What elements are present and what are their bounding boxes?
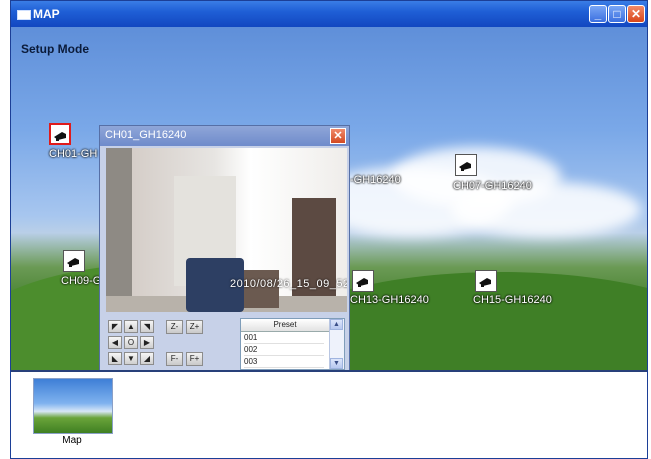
popup-close-button[interactable]: ✕ xyxy=(330,128,346,144)
ptz-right-button[interactable]: ▶ xyxy=(140,336,154,349)
map-window: MAP _ □ ✕ Setup Mode CH01-GH -GH16240 CH… xyxy=(10,0,648,459)
ptz-home-button[interactable]: O xyxy=(124,336,138,349)
popup-title-bar[interactable]: CH01_GH16240 ✕ xyxy=(100,126,349,146)
ptz-up-left-button[interactable]: ◤ xyxy=(108,320,122,333)
title-bar[interactable]: MAP _ □ ✕ xyxy=(11,1,647,27)
video-timestamp: 2010/08/26_15_09_52 xyxy=(230,278,347,290)
ptz-down-button[interactable]: ▼ xyxy=(124,352,138,365)
zoom-in-button[interactable]: Z+ xyxy=(186,320,203,334)
ptz-left-button[interactable]: ◀ xyxy=(108,336,122,349)
camera-popup: CH01_GH16240 ✕ 2010/08/26_15_09_52 ◤ ▲ ◥… xyxy=(99,125,350,372)
popup-title: CH01_GH16240 xyxy=(105,129,187,141)
window-icon xyxy=(17,10,31,20)
map-thumbnail-label: Map xyxy=(62,435,82,446)
live-video[interactable]: 2010/08/26_15_09_52 xyxy=(106,148,347,312)
focus-near-button[interactable]: F- xyxy=(166,352,183,366)
camera-icon-ch15[interactable] xyxy=(475,270,497,292)
map-thumbnail[interactable] xyxy=(33,378,113,434)
preset-item[interactable]: 002 xyxy=(244,344,324,356)
camera-label-ch01: CH01-GH xyxy=(49,148,98,160)
close-button[interactable]: ✕ xyxy=(627,5,645,23)
preset-item[interactable]: 001 xyxy=(244,332,324,344)
preset-item[interactable]: 003 xyxy=(244,356,324,368)
camera-label-ch15: CH15-GH16240 xyxy=(473,294,552,306)
scroll-down-button[interactable]: ▼ xyxy=(330,358,343,369)
ptz-up-button[interactable]: ▲ xyxy=(124,320,138,333)
preset-header: Preset xyxy=(241,319,329,332)
camera-label-ch05: -GH16240 xyxy=(350,174,401,186)
preset-list[interactable]: Preset 001 002 003 ▲ ▼ xyxy=(240,318,345,370)
ptz-controls: ◤ ▲ ◥ ◀ O ▶ ◣ ▼ ◢ Z- Z+ F- F+ Preset 001… xyxy=(106,316,347,370)
zoom-out-button[interactable]: Z- xyxy=(166,320,183,334)
ptz-down-left-button[interactable]: ◣ xyxy=(108,352,122,365)
camera-label-ch09: CH09-G xyxy=(61,275,102,287)
ptz-down-right-button[interactable]: ◢ xyxy=(140,352,154,365)
scroll-up-button[interactable]: ▲ xyxy=(330,319,343,330)
camera-label-ch07: CH07-GH16240 xyxy=(453,180,532,192)
focus-far-button[interactable]: F+ xyxy=(186,352,203,366)
camera-icon-ch09[interactable] xyxy=(63,250,85,272)
minimize-button[interactable]: _ xyxy=(589,5,607,23)
maximize-button[interactable]: □ xyxy=(608,5,626,23)
camera-label-ch13: CH13-GH16240 xyxy=(350,294,429,306)
preset-scrollbar[interactable]: ▲ ▼ xyxy=(329,319,344,369)
camera-icon-ch01[interactable] xyxy=(49,123,71,145)
ptz-up-right-button[interactable]: ◥ xyxy=(140,320,154,333)
setup-mode-label: Setup Mode xyxy=(21,42,89,56)
camera-icon-ch13[interactable] xyxy=(352,270,374,292)
camera-icon-ch07[interactable] xyxy=(455,154,477,176)
map-list-panel: Map xyxy=(11,370,647,458)
window-title: MAP xyxy=(33,7,60,21)
